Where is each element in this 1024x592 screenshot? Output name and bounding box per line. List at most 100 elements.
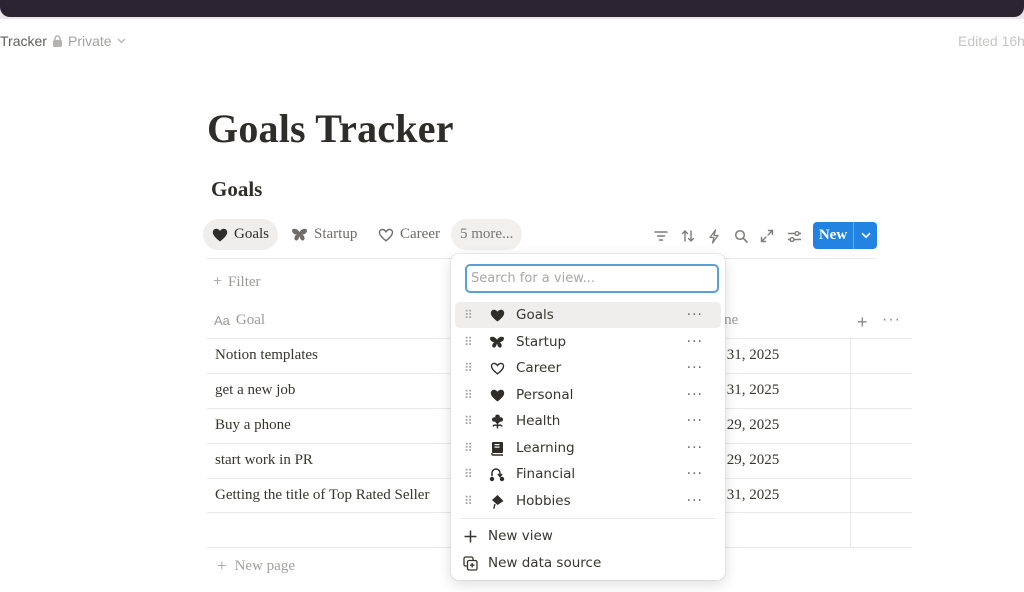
search-icon[interactable]: [732, 227, 750, 245]
more-options-icon[interactable]: ···: [687, 360, 703, 376]
table-row[interactable]: get a new job: [215, 382, 295, 399]
new-data-source-button[interactable]: New data source: [463, 552, 601, 574]
view-label: Startup: [516, 334, 567, 350]
lock-icon: [53, 35, 62, 47]
tab-label: Startup: [314, 226, 358, 242]
tab-career[interactable]: Career: [369, 219, 449, 250]
view-item-hobbies[interactable]: ⠿ Hobbies ···: [455, 488, 721, 514]
new-data-source-label: New data source: [488, 555, 602, 571]
filter-icon[interactable]: [652, 227, 670, 245]
view-item-career[interactable]: ⠿ Career ···: [455, 355, 721, 381]
drag-handle-icon[interactable]: ⠿: [464, 494, 478, 508]
plus-icon: +: [213, 273, 223, 290]
drag-handle-icon[interactable]: ⠿: [464, 467, 478, 481]
new-page-label: New page: [234, 557, 295, 574]
view-item-health[interactable]: ⠿ Health ···: [455, 408, 721, 434]
more-options-icon[interactable]: ···: [687, 413, 703, 429]
view-item-personal[interactable]: ⠿ Personal ···: [455, 382, 721, 408]
table-cell-date[interactable]: r 29, 2025: [718, 417, 779, 434]
breadcrumb[interactable]: Tracker: [0, 33, 47, 49]
tab-goals[interactable]: Goals: [203, 219, 278, 250]
table-cell-date[interactable]: r 31, 2025: [718, 382, 779, 399]
view-label: Personal: [516, 387, 574, 403]
sort-icon[interactable]: [679, 227, 697, 245]
drag-handle-icon[interactable]: ⠿: [464, 441, 478, 455]
expand-icon[interactable]: [758, 227, 776, 245]
table-row[interactable]: Getting the title of Top Rated Seller: [215, 487, 429, 504]
table-cell-date[interactable]: r 29, 2025: [718, 452, 779, 469]
view-item-learning[interactable]: ⠿ Learning ···: [455, 435, 721, 461]
heart-filled-icon: [488, 389, 506, 402]
more-options-icon[interactable]: ···: [687, 387, 703, 403]
tab-label: Career: [400, 226, 440, 242]
drag-handle-icon[interactable]: ⠿: [464, 414, 478, 428]
book-icon: [488, 441, 506, 456]
search-views-input[interactable]: [465, 264, 719, 293]
new-view-button[interactable]: New view: [463, 525, 553, 547]
view-label: Goals: [516, 307, 554, 323]
settings-sliders-icon[interactable]: [785, 227, 803, 245]
heart-filled-icon: [212, 228, 228, 241]
plus-icon: [464, 530, 477, 542]
more-options-icon[interactable]: ···: [687, 466, 703, 482]
chevron-down-icon: [860, 232, 871, 239]
new-dropdown-button[interactable]: [854, 222, 877, 249]
heart-outline-icon: [488, 362, 506, 375]
more-options-icon[interactable]: ···: [687, 307, 703, 323]
table-cell-date[interactable]: r 31, 2025: [718, 347, 779, 364]
view-item-goals[interactable]: ⠿ Goals ···: [455, 302, 721, 328]
new-data-source-icon: [463, 555, 478, 571]
privacy-button[interactable]: Private: [52, 33, 126, 49]
page-title[interactable]: Goals Tracker: [207, 105, 454, 152]
view-item-financial[interactable]: ⠿ Financial ···: [455, 461, 721, 487]
automation-bolt-icon[interactable]: [705, 227, 723, 245]
tab-startup[interactable]: Startup: [282, 219, 366, 250]
drag-handle-icon[interactable]: ⠿: [464, 335, 478, 349]
route-icon: [488, 467, 506, 482]
table-row[interactable]: Buy a phone: [215, 417, 291, 434]
drag-handle-icon[interactable]: ⠿: [464, 388, 478, 402]
menu-divider: [461, 518, 715, 519]
window-top-bar-inner: [0, 0, 1024, 17]
kite-icon: [488, 494, 506, 509]
database-title[interactable]: Goals: [211, 177, 262, 202]
more-options-icon[interactable]: ···: [882, 311, 901, 329]
view-label: Hobbies: [516, 493, 571, 509]
column-label: Goal: [235, 312, 266, 328]
view-item-startup[interactable]: ⠿ Startup ···: [455, 329, 721, 355]
flower-icon: [488, 414, 506, 429]
new-button-label[interactable]: New: [813, 222, 854, 249]
drag-handle-icon[interactable]: ⠿: [464, 308, 478, 322]
add-filter-button[interactable]: + Filter: [213, 273, 261, 291]
heart-filled-icon: [488, 309, 506, 322]
more-options-icon[interactable]: ···: [687, 493, 703, 509]
table-row[interactable]: start work in PR: [215, 452, 313, 469]
table-row[interactable]: Notion templates: [215, 347, 318, 364]
heart-outline-icon: [378, 228, 394, 242]
more-options-icon[interactable]: ···: [687, 334, 703, 350]
more-views-label: 5 more...: [460, 226, 514, 242]
more-options-icon[interactable]: ···: [687, 440, 703, 456]
column-divider: [850, 338, 851, 547]
butterfly-icon: [488, 336, 506, 349]
filter-label: Filter: [228, 273, 261, 290]
new-page-button[interactable]: + New page: [217, 556, 295, 576]
window-top-bar: [0, 0, 1024, 19]
tab-label: Goals: [234, 226, 269, 242]
new-view-label: New view: [488, 528, 553, 544]
view-label: Learning: [516, 440, 575, 456]
chevron-down-icon: [117, 38, 126, 44]
privacy-label: Private: [68, 33, 112, 49]
drag-handle-icon[interactable]: ⠿: [464, 361, 478, 375]
table-cell-date[interactable]: r 31, 2025: [718, 487, 779, 504]
plus-icon: +: [217, 556, 227, 575]
add-column-icon[interactable]: +: [857, 312, 868, 333]
view-label: Financial: [516, 466, 576, 482]
text-property-icon: Aa: [214, 313, 230, 328]
views-dropdown: ⠿ Goals ··· ⠿ Startup ··· ⠿ Career ··· ⠿…: [451, 254, 725, 580]
new-button[interactable]: New: [813, 222, 877, 249]
more-views-button[interactable]: 5 more...: [451, 219, 523, 250]
butterfly-icon: [292, 228, 307, 241]
view-label: Career: [516, 360, 562, 376]
column-header-goal[interactable]: Aa Goal: [214, 312, 265, 329]
